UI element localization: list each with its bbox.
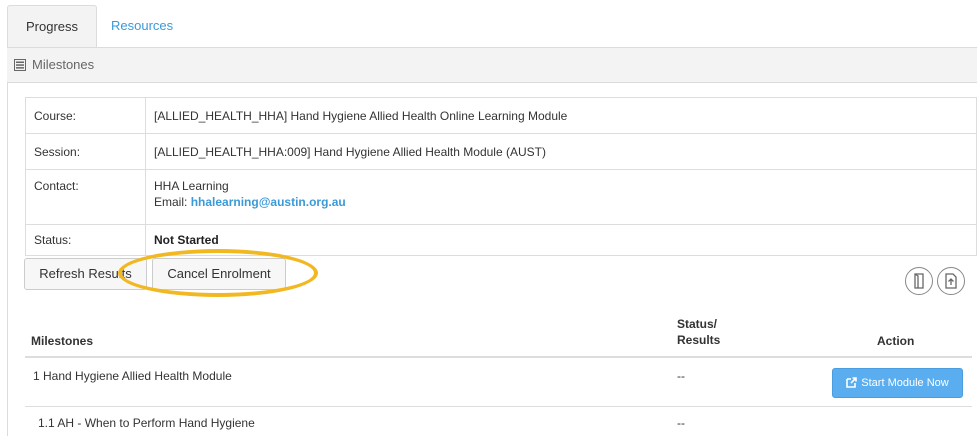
- course-value: [ALLIED_HEALTH_HHA] Hand Hygiene Allied …: [145, 97, 977, 134]
- email-prefix: Email:: [154, 195, 191, 209]
- course-row: Course: [ALLIED_HEALTH_HHA] Hand Hygiene…: [25, 97, 977, 134]
- header-status-line1: Status/: [677, 317, 718, 331]
- contact-name: HHA Learning: [154, 179, 229, 193]
- milestone-status: --: [677, 416, 685, 430]
- header-action: Action: [877, 334, 915, 348]
- list-icon: [14, 59, 26, 71]
- contact-value: HHA Learning Email: hhalearning@austin.o…: [145, 169, 977, 225]
- status-value: Not Started: [145, 224, 977, 256]
- refresh-results-button[interactable]: Refresh Results: [24, 258, 147, 290]
- start-module-label: Start Module Now: [861, 377, 949, 389]
- course-label: Course:: [25, 97, 146, 134]
- tab-resources[interactable]: Resources: [97, 5, 187, 47]
- session-label: Session:: [25, 133, 146, 170]
- panel-border: [7, 83, 8, 436]
- panel-header: Milestones: [7, 47, 977, 83]
- session-value: [ALLIED_HEALTH_HHA:009] Hand Hygiene All…: [145, 133, 977, 170]
- header-status-line2: Results: [677, 333, 721, 347]
- milestone-row: 1.1 AH - When to Perform Hand Hygiene --: [25, 407, 972, 436]
- milestone-name: 1.1 AH - When to Perform Hand Hygiene: [38, 416, 255, 430]
- milestones-table-header: Milestones Status/ Results Action: [25, 310, 972, 358]
- contact-email-line: Email: hhalearning@austin.org.au: [154, 194, 968, 210]
- milestone-status: --: [677, 369, 685, 383]
- start-module-button[interactable]: Start Module Now: [832, 368, 963, 398]
- contact-email-link[interactable]: hhalearning@austin.org.au: [191, 195, 346, 209]
- status-row: Status: Not Started: [25, 224, 977, 256]
- milestone-name: 1 Hand Hygiene Allied Health Module: [33, 369, 232, 383]
- external-link-icon: [846, 377, 858, 388]
- contact-label: Contact:: [25, 169, 146, 225]
- status-label: Status:: [25, 224, 146, 256]
- book-icon[interactable]: [905, 267, 933, 295]
- enrolment-info-table: Course: [ALLIED_HEALTH_HHA] Hand Hygiene…: [25, 97, 977, 256]
- tab-bar: Progress Resources: [7, 5, 977, 48]
- tab-progress[interactable]: Progress: [7, 5, 97, 48]
- header-milestones: Milestones: [31, 334, 94, 348]
- session-row: Session: [ALLIED_HEALTH_HHA:009] Hand Hy…: [25, 133, 977, 170]
- upload-file-icon[interactable]: [937, 267, 965, 295]
- milestone-row: 1 Hand Hygiene Allied Health Module -- S…: [25, 358, 972, 407]
- header-status-results: Status/ Results: [677, 316, 720, 348]
- contact-row: Contact: HHA Learning Email: hhalearning…: [25, 169, 977, 225]
- panel-title: Milestones: [32, 57, 95, 72]
- cancel-enrolment-button[interactable]: Cancel Enrolment: [152, 258, 286, 290]
